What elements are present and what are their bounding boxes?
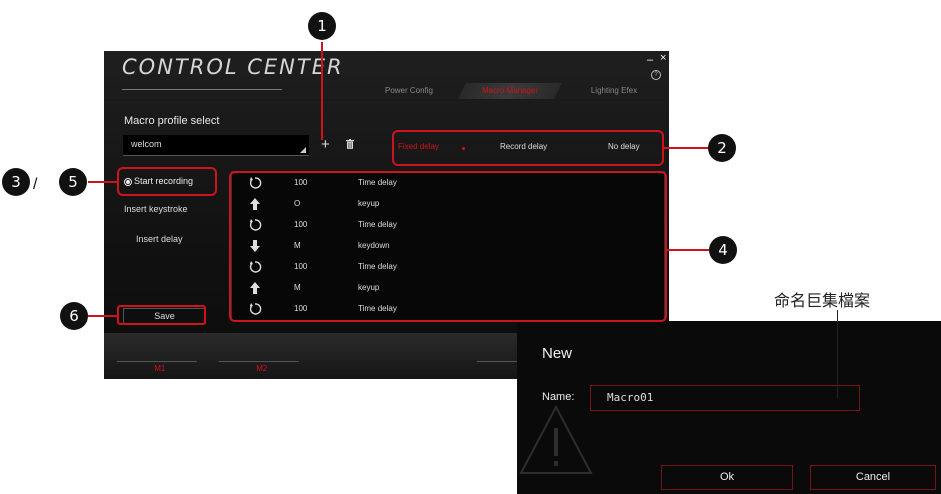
new-macro-dialog: New Name: Macro01 Ok Cancel xyxy=(517,321,941,494)
title-rule xyxy=(122,89,282,90)
macro-tab-label: M1 xyxy=(154,364,166,373)
header-divider xyxy=(104,99,669,101)
tab-bar: Power Config Macro Manager Lighting Efex xyxy=(362,83,662,99)
name-label: Name: xyxy=(542,391,575,403)
macro-tab-m2[interactable]: M2 xyxy=(218,361,306,376)
app-title: CONTROL CENTER xyxy=(122,55,344,79)
macro-name-value: Macro01 xyxy=(607,391,654,404)
dialog-title: New xyxy=(542,345,573,362)
insert-keystroke-button[interactable]: Insert keystroke xyxy=(124,204,188,214)
event-list-highlight xyxy=(229,171,667,322)
macro-profile-select[interactable]: welcom xyxy=(123,135,309,156)
callout-number-6: 6 xyxy=(60,302,88,330)
cancel-button[interactable]: Cancel xyxy=(810,465,936,490)
macro-tab-m1[interactable]: M1 xyxy=(116,361,204,376)
start-recording-highlight xyxy=(117,167,217,196)
callout-slash: / xyxy=(33,176,38,193)
callout-number-2: 2 xyxy=(708,134,736,162)
tab-macro-manager-label: Macro Manager xyxy=(481,86,539,95)
callout-number-3: 3 xyxy=(2,168,30,196)
dialog-caption: 命名巨集檔案 xyxy=(774,291,871,310)
dialog-caption-line xyxy=(837,310,838,398)
tab-macro-manager[interactable]: Macro Manager xyxy=(458,83,562,99)
callout-line-2 xyxy=(664,147,708,149)
minimize-button[interactable]: – xyxy=(647,54,653,66)
dropdown-arrow-icon xyxy=(300,147,306,153)
close-button[interactable]: × xyxy=(660,52,666,64)
macro-tab-label: M2 xyxy=(256,364,268,373)
callout-number-1: 1 xyxy=(308,12,336,40)
trash-icon[interactable] xyxy=(346,139,354,149)
insert-delay-button[interactable]: Insert delay xyxy=(136,234,183,244)
save-highlight xyxy=(117,305,206,325)
callout-line-3 xyxy=(88,181,117,183)
macro-profile-value: welcom xyxy=(131,139,162,149)
callout-line-6 xyxy=(88,315,117,317)
warning-icon xyxy=(519,404,593,474)
macro-profile-label: Macro profile select xyxy=(124,115,220,127)
help-icon[interactable]: ? xyxy=(651,70,661,80)
tab-lighting-efex[interactable]: Lighting Efex xyxy=(566,83,662,99)
tab-power-config[interactable]: Power Config xyxy=(362,83,456,99)
callout-number-5: 5 xyxy=(59,168,87,196)
callout-number-4: 4 xyxy=(709,236,737,264)
ok-button[interactable]: Ok xyxy=(661,465,793,490)
callout-line-1 xyxy=(321,42,323,140)
callout-line-4 xyxy=(667,249,709,251)
delay-options-highlight xyxy=(392,130,664,166)
macro-name-input[interactable]: Macro01 xyxy=(590,385,860,411)
